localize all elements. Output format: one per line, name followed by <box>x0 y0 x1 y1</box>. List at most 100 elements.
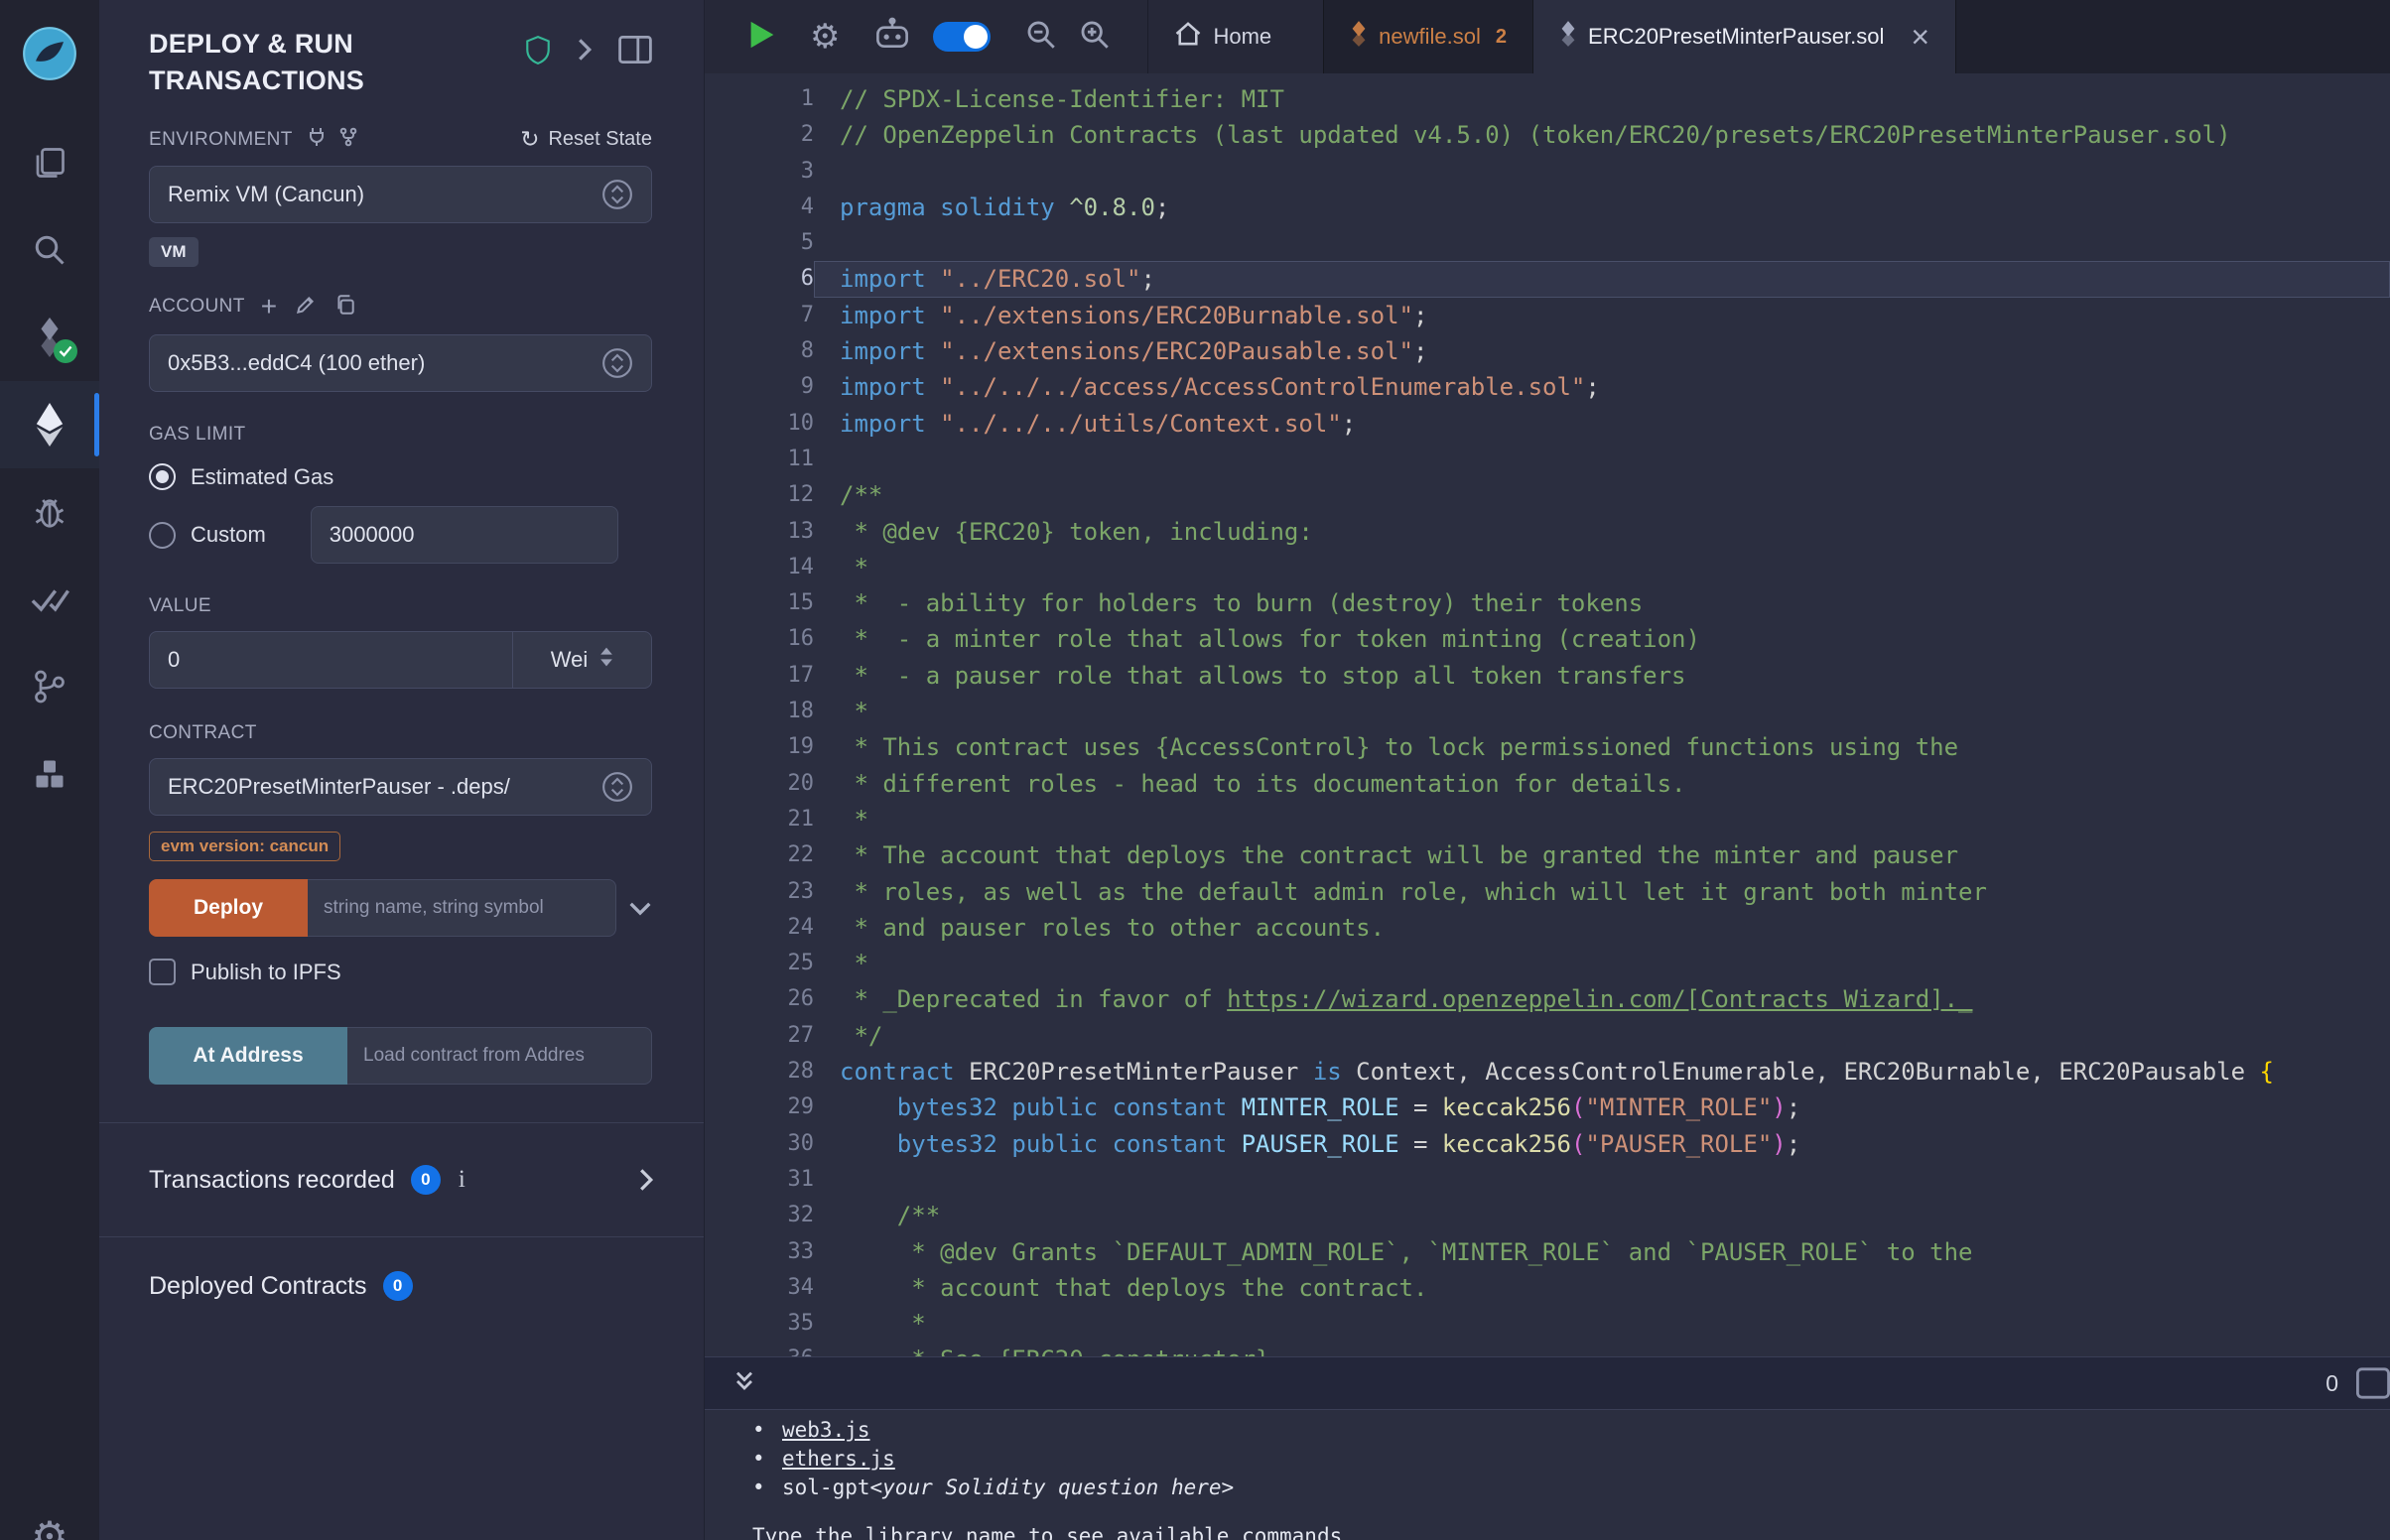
environment-selected-value: Remix VM (Cancun) <box>168 182 364 207</box>
evm-version-badge: evm version: cancun <box>149 832 340 861</box>
code-line-5[interactable]: 5 <box>705 225 2390 261</box>
code-line-35[interactable]: 35 * <box>705 1306 2390 1342</box>
deploy-button[interactable]: Deploy <box>149 879 308 937</box>
contract-select[interactable]: ERC20PresetMinterPauser - .deps/ <box>149 758 652 816</box>
custom-gas-input[interactable] <box>311 506 618 564</box>
code-line-16[interactable]: 16 * - a minter role that allows for tok… <box>705 621 2390 657</box>
code-line-2[interactable]: 2// OpenZeppelin Contracts (last updated… <box>705 117 2390 153</box>
code-line-33[interactable]: 33 * @dev Grants `DEFAULT_ADMIN_ROLE`, `… <box>705 1234 2390 1270</box>
terminal[interactable]: •web3.js•ethers.js•sol-gpt <your Solidit… <box>705 1410 2390 1540</box>
estimated-gas-radio[interactable] <box>149 463 176 490</box>
compile-success-badge <box>54 339 77 363</box>
code-line-4[interactable]: 4pragma solidity ^0.8.0; <box>705 190 2390 225</box>
code-line-27[interactable]: 27 */ <box>705 1018 2390 1054</box>
run-script-button[interactable] <box>748 19 776 56</box>
code-line-15[interactable]: 15 * - ability for holders to burn (dest… <box>705 585 2390 621</box>
ai-copilot-toggle[interactable] <box>933 22 991 52</box>
tab-newfile[interactable]: newfile.sol 2 <box>1323 0 1533 73</box>
code-line-7[interactable]: 7import "../extensions/ERC20Burnable.sol… <box>705 298 2390 333</box>
git-icon[interactable] <box>0 643 99 730</box>
code-line-25[interactable]: 25 * <box>705 946 2390 981</box>
select-stepper-icon <box>601 347 633 379</box>
code-editor[interactable]: 1// SPDX-License-Identifier: MIT2// Open… <box>705 73 2390 1356</box>
plugin-manager-icon[interactable] <box>0 730 99 818</box>
terminal-link[interactable]: web3.js <box>782 1416 870 1445</box>
select-stepper-icon <box>601 771 633 803</box>
code-line-3[interactable]: 3 <box>705 154 2390 190</box>
code-line-29[interactable]: 29 bytes32 public constant MINTER_ROLE =… <box>705 1090 2390 1125</box>
account-select[interactable]: 0x5B3...eddC4 (100 ether) <box>149 334 652 392</box>
copy-account-icon[interactable] <box>334 294 356 321</box>
layout-columns-icon[interactable] <box>618 36 652 68</box>
custom-gas-radio[interactable] <box>149 522 176 549</box>
code-line-24[interactable]: 24 * and pauser roles to other accounts. <box>705 910 2390 946</box>
code-line-12[interactable]: 12/** <box>705 477 2390 513</box>
code-line-9[interactable]: 9import "../../../access/AccessControlEn… <box>705 369 2390 405</box>
reset-state-button[interactable]: ↻ Reset State <box>520 128 652 151</box>
transactions-recorded-label: Transactions recorded <box>149 1166 395 1195</box>
code-line-17[interactable]: 17 * - a pauser role that allows to stop… <box>705 658 2390 694</box>
publish-ipfs-checkbox[interactable] <box>149 959 176 985</box>
tab-erc20-preset-minter-pauser[interactable]: ERC20PresetMinterPauser.sol × <box>1533 0 1956 73</box>
code-line-28[interactable]: 28contract ERC20PresetMinterPauser is Co… <box>705 1054 2390 1090</box>
transactions-recorded-row[interactable]: Transactions recorded 0 i <box>99 1123 704 1236</box>
add-account-icon[interactable]: + <box>261 293 277 321</box>
code-line-13[interactable]: 13 * @dev {ERC20} token, including: <box>705 514 2390 550</box>
chevron-right-icon[interactable] <box>638 1167 654 1193</box>
code-line-14[interactable]: 14 * <box>705 550 2390 585</box>
ai-copilot-robot-icon[interactable] <box>873 17 911 58</box>
code-line-36[interactable]: 36 * See {ERC20-constructor}. <box>705 1342 2390 1356</box>
code-line-21[interactable]: 21 * <box>705 802 2390 837</box>
code-line-19[interactable]: 19 * This contract uses {AccessControl} … <box>705 729 2390 765</box>
fork-environment-icon[interactable] <box>338 127 358 152</box>
code-line-10[interactable]: 10import "../../../utils/Context.sol"; <box>705 406 2390 442</box>
environment-select[interactable]: Remix VM (Cancun) <box>149 166 652 223</box>
plug-icon[interactable] <box>307 127 327 152</box>
script-config-gear-icon[interactable]: ⚙ <box>810 20 840 54</box>
code-line-23[interactable]: 23 * roles, as well as the default admin… <box>705 874 2390 910</box>
panel-title: DEPLOY & RUN TRANSACTIONS <box>149 26 496 99</box>
deployed-contracts-label: Deployed Contracts <box>149 1272 367 1301</box>
code-line-1[interactable]: 1// SPDX-License-Identifier: MIT <box>705 81 2390 117</box>
constructor-args-input[interactable] <box>308 879 616 937</box>
expand-panel-chevron-icon[interactable] <box>577 37 593 67</box>
settings-icon[interactable]: ⚙ <box>31 1516 68 1540</box>
tab-newfile-label: newfile.sol <box>1379 24 1481 50</box>
code-line-26[interactable]: 26 * _Deprecated in favor of https://wiz… <box>705 981 2390 1017</box>
solidity-compiler-icon[interactable] <box>0 294 99 381</box>
terminal-link[interactable]: ethers.js <box>782 1445 895 1474</box>
zoom-out-icon[interactable] <box>1024 18 1058 57</box>
tab-home-label: Home <box>1213 24 1271 50</box>
value-input[interactable] <box>150 632 512 688</box>
edit-account-icon[interactable] <box>295 294 317 321</box>
code-line-8[interactable]: 8import "../extensions/ERC20Pausable.sol… <box>705 333 2390 369</box>
code-line-30[interactable]: 30 bytes32 public constant PAUSER_ROLE =… <box>705 1126 2390 1162</box>
code-line-22[interactable]: 22 * The account that deploys the contra… <box>705 837 2390 873</box>
code-line-32[interactable]: 32 /** <box>705 1198 2390 1233</box>
deployed-contracts-row: Deployed Contracts 0 <box>99 1237 704 1335</box>
value-unit-select[interactable]: Wei <box>512 632 651 688</box>
zoom-in-icon[interactable] <box>1078 18 1112 57</box>
code-line-6[interactable]: 6import "../ERC20.sol"; <box>705 261 2390 297</box>
file-explorer-icon[interactable] <box>0 119 99 206</box>
expand-constructor-args-icon[interactable] <box>628 901 652 916</box>
unit-testing-icon[interactable] <box>0 556 99 643</box>
remix-logo[interactable] <box>22 26 77 81</box>
debugger-icon[interactable] <box>0 468 99 556</box>
code-line-20[interactable]: 20 * different roles - head to its docum… <box>705 766 2390 802</box>
at-address-input[interactable] <box>347 1027 652 1085</box>
tab-home[interactable]: Home <box>1147 0 1297 73</box>
deploy-and-run-icon[interactable] <box>0 381 99 468</box>
code-line-18[interactable]: 18 * <box>705 694 2390 729</box>
info-icon[interactable]: i <box>459 1166 465 1194</box>
terminal-menu-icon[interactable] <box>2356 1367 2390 1399</box>
deployed-count-badge: 0 <box>383 1271 413 1301</box>
at-address-button[interactable]: At Address <box>149 1027 347 1085</box>
code-line-31[interactable]: 31 <box>705 1162 2390 1198</box>
close-tab-icon[interactable]: × <box>1911 21 1929 53</box>
expand-terminal-icon[interactable] <box>730 1367 758 1400</box>
code-line-34[interactable]: 34 * account that deploys the contract. <box>705 1270 2390 1306</box>
code-line-11[interactable]: 11 <box>705 442 2390 477</box>
solidity-file-icon <box>1559 21 1577 53</box>
search-icon[interactable] <box>0 206 99 294</box>
